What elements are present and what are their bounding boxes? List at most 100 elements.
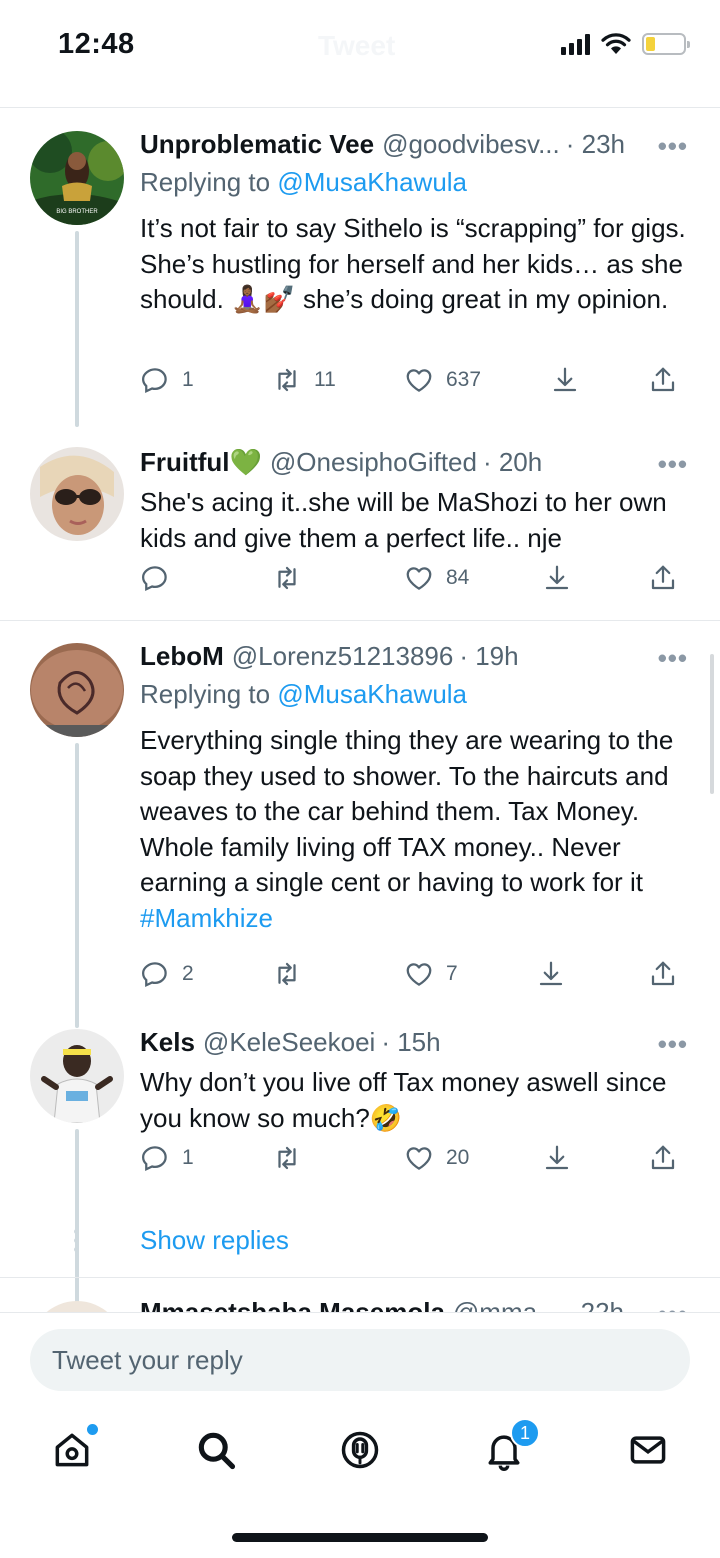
avatar[interactable]: BIG BROTHER [30,131,124,225]
tweet-text-content: Everything single thing they are wearing… [140,725,674,897]
thread-line [75,743,79,1028]
reply-button[interactable]: 2 [140,959,194,989]
bookmark-button[interactable] [542,1143,572,1173]
tweet-actions: 1 20 [140,1143,685,1179]
tab-spaces[interactable] [338,1428,382,1472]
like-count: 7 [446,962,458,985]
bookmark-button[interactable] [542,563,572,593]
reply-feed[interactable]: BIG BROTHER Unproblematic Vee @goodvibes… [0,109,720,1312]
avatar[interactable] [30,1301,124,1312]
like-count: 637 [446,368,482,391]
bookmark-icon [545,565,569,590]
more-options-icon[interactable]: ••• [658,131,688,162]
retweet-icon [278,962,296,986]
like-icon [406,369,432,392]
bookmark-icon [553,367,577,392]
reply-icon [141,962,167,988]
reply-button[interactable]: 1 [140,365,194,395]
tweet-time: · 22h [564,1297,625,1312]
more-options-icon[interactable]: ••• [658,1029,688,1060]
user-handle[interactable]: @OnesiphoGifted [270,447,477,478]
tab-home[interactable] [50,1424,98,1472]
display-name[interactable]: LeboM [140,641,224,672]
mail-icon [630,1436,666,1464]
reply-button[interactable]: 1 [140,1143,194,1173]
avatar[interactable] [30,1029,124,1123]
reply-count: 2 [182,962,194,985]
like-button[interactable]: 7 [404,959,458,989]
tweet-time: · 23h [565,129,626,159]
scrollbar[interactable] [710,654,714,794]
tweet-text: Why don’t you live off Tax money aswell … [140,1067,667,1133]
share-button[interactable] [648,1143,678,1173]
more-options-icon[interactable]: ••• [658,449,688,480]
avatar[interactable] [30,643,124,737]
replying-to: Replying to @MusaKhawula [140,679,467,710]
tweet-time: · 20h [482,447,543,477]
replying-prefix: Replying to [140,167,278,197]
hashtag-link[interactable]: #Mamkhize [140,903,273,933]
user-handle[interactable]: @Lorenz51213896 [232,641,454,672]
replying-to-link[interactable]: @MusaKhawula [277,167,467,197]
tab-notifications[interactable]: 1 [482,1418,540,1472]
replying-to-link[interactable]: @MusaKhawula [277,679,467,709]
tweet-actions: 2 7 [140,959,685,995]
reply-button[interactable] [140,563,182,593]
tweet-actions: 1 11 637 [140,365,685,401]
like-icon [406,1147,432,1170]
bookmark-icon [545,1145,569,1170]
reply-count: 1 [182,368,194,391]
like-count: 84 [446,566,470,589]
bookmark-button[interactable] [550,365,580,395]
tweet[interactable]: Mmasetshaba Masemola @mma... · 22h ••• [0,1279,720,1312]
replying-to: Replying to @MusaKhawula [140,167,467,198]
like-icon [406,963,432,986]
tab-search[interactable] [194,1428,238,1472]
display-name[interactable]: Unproblematic Vee [140,129,374,160]
like-button[interactable]: 637 [404,365,481,395]
display-name[interactable]: Fruitful💚 [140,447,262,478]
tweet-text: She's acing it..she will be MaShozi to h… [140,487,667,553]
tweet-text: It’s not fair to say Sithelo is “scrappi… [140,213,686,314]
like-button[interactable]: 84 [404,563,469,593]
share-button[interactable] [648,959,678,989]
display-name[interactable]: Mmasetshaba Masemola [140,1297,445,1312]
retweet-button[interactable] [272,563,314,593]
more-options-icon[interactable]: ••• [658,643,688,674]
tweet-reply-input[interactable] [30,1329,690,1391]
svg-text:BIG BROTHER: BIG BROTHER [56,209,98,215]
reply-icon [141,566,167,592]
user-handle[interactable]: @KeleSeekoei [203,1027,375,1058]
user-handle[interactable]: @goodvibesv... [382,129,560,160]
retweet-button[interactable] [272,1143,314,1173]
tweet-header: Kels @KeleSeekoei · 15h [140,1027,690,1058]
retweet-count: 11 [314,368,336,391]
retweet-button[interactable]: 11 [272,365,336,395]
show-replies-link[interactable]: Show replies [140,1225,289,1256]
bookmark-icon [539,961,563,986]
avatar[interactable] [30,447,124,541]
home-indicator[interactable] [232,1533,488,1542]
more-replies-dots [74,1229,80,1252]
spaces-icon [341,1431,379,1469]
tweet[interactable]: Kels @KeleSeekoei · 15h ••• Why don’t yo… [0,1007,720,1312]
tweet[interactable]: Fruitful💚 @OnesiphoGifted · 20h ••• She'… [0,427,720,620]
tweet-header: Unproblematic Vee @goodvibesv... · 23h [140,129,690,160]
search-icon [198,1432,236,1470]
more-options-icon[interactable]: ••• [658,1299,688,1312]
reply-icon [141,368,167,394]
replying-prefix: Replying to [140,679,278,709]
notifications-badge: 1 [510,1418,540,1448]
tweet[interactable]: BIG BROTHER Unproblematic Vee @goodvibes… [0,109,720,427]
user-handle[interactable]: @mma... [453,1297,559,1312]
tweet-time: · 19h [459,641,519,671]
retweet-button[interactable] [272,959,314,989]
display-name[interactable]: Kels [140,1027,195,1058]
bookmark-button[interactable] [536,959,566,989]
share-button[interactable] [648,563,678,593]
tab-messages[interactable] [626,1428,670,1472]
like-button[interactable]: 20 [404,1143,469,1173]
share-button[interactable] [648,365,678,395]
tweet[interactable]: LeboM @Lorenz51213896 · 19h ••• Replying… [0,621,720,1028]
thread-line [75,231,79,427]
